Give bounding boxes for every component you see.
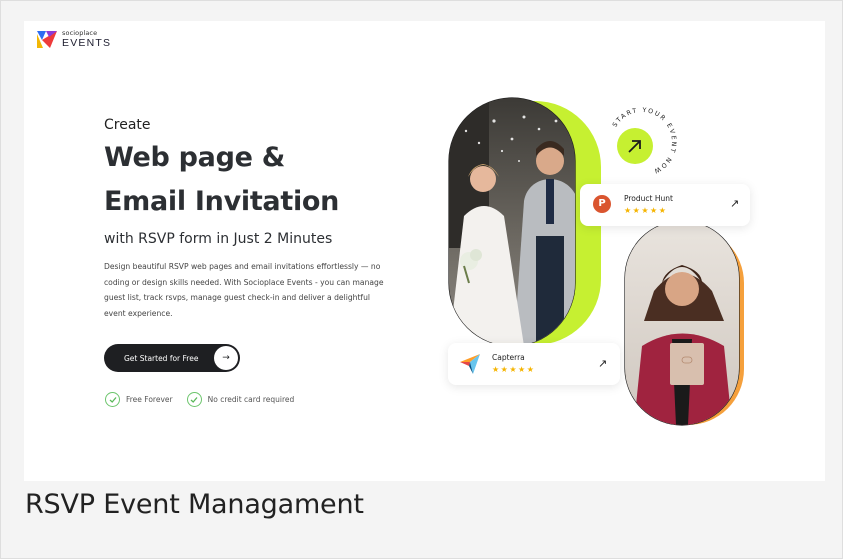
- product-hunt-name: Product Hunt: [624, 194, 673, 203]
- capterra-card[interactable]: Capterra ★★★★★ ↗: [448, 343, 620, 385]
- landing-page: socioplace EVENTS Create Web page & Emai…: [24, 21, 825, 481]
- capterra-logo-icon: [460, 354, 480, 374]
- woman-photo: [624, 220, 744, 426]
- capterra-stars: ★★★★★: [492, 365, 536, 374]
- arrow-up-right-icon[interactable]: ↗: [598, 357, 607, 370]
- hero-illustration: START YOUR EVENT NOW: [448, 97, 744, 426]
- product-hunt-stars: ★★★★★: [624, 206, 668, 215]
- capterra-name: Capterra: [492, 353, 525, 362]
- wedding-photo: [448, 97, 601, 347]
- image-caption: RSVP Event Managament: [25, 489, 364, 520]
- screenshot-frame: socioplace EVENTS Create Web page & Emai…: [0, 0, 843, 559]
- product-hunt-logo-letter: P: [598, 198, 606, 209]
- start-your-event-badge[interactable]: START YOUR EVENT NOW: [608, 107, 677, 176]
- arrow-up-right-icon[interactable]: ↗: [730, 197, 739, 210]
- product-hunt-card[interactable]: P Product Hunt ★★★★★ ↗: [580, 184, 750, 226]
